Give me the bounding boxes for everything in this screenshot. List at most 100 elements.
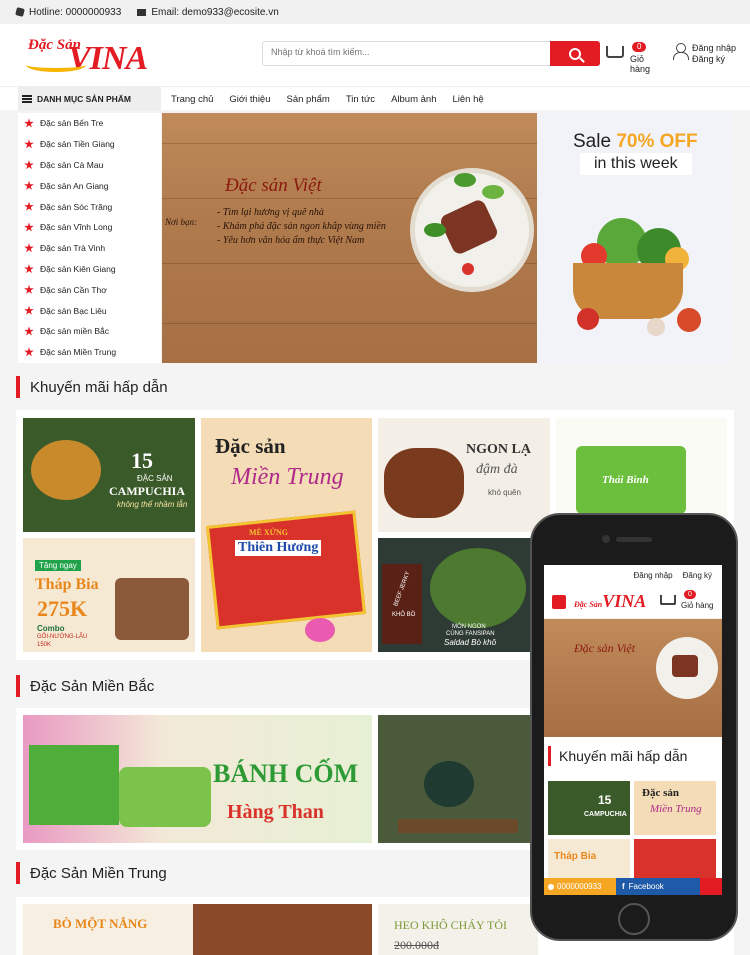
curry-bowl-image xyxy=(31,440,101,500)
tile-fansipan: CÙNG FANSIPAN xyxy=(446,631,495,637)
hero-noi-ban: Nơi bạn: xyxy=(165,217,198,227)
promo-tile-beef-jerky[interactable]: BEEF JERKY KHÔ BÒ MÓN NGON CÙNG FANSIPAN… xyxy=(378,538,538,652)
sidebar-item-label: Đặc sản Tiền Giang xyxy=(40,139,115,150)
sale-prefix: Sale xyxy=(573,131,617,152)
category-menu-toggle[interactable]: DANH MỤC SẢN PHẨM xyxy=(18,87,161,111)
mobile-hero-banner[interactable]: Đặc sản Việt xyxy=(544,619,722,737)
sale-banner[interactable]: Sale 70% OFF in this week xyxy=(537,113,733,363)
phone-speaker xyxy=(616,537,652,542)
sidebar-item-label: Đặc sản An Giang xyxy=(40,180,109,191)
mobile-cart-badge: 0 xyxy=(684,590,696,599)
register-link[interactable]: Đăng ký xyxy=(692,54,725,64)
dried-beef-image xyxy=(193,904,372,955)
mobile-phone-number: 0000000933 xyxy=(557,882,602,891)
mobile-tile-thap-bia[interactable]: Tháp Bia xyxy=(548,839,630,879)
section-title: Đặc Sản Miền Bắc xyxy=(30,677,155,695)
sidebar-item[interactable]: Đặc sản Cần Thơ xyxy=(18,279,161,300)
nav-item-contact[interactable]: Liên hệ xyxy=(452,94,483,105)
search-input[interactable] xyxy=(271,47,541,57)
sale-headline: Sale 70% OFF xyxy=(573,131,698,153)
mobile-facebook-button[interactable]: f Facebook xyxy=(616,878,700,895)
flower-image xyxy=(305,618,335,642)
messenger-icon[interactable] xyxy=(700,878,722,895)
sidebar-item-label: Đặc sản Miền Trung xyxy=(40,347,117,358)
mobile-menu-icon[interactable] xyxy=(552,595,566,609)
section-heading-north: Đặc Sản Miền Bắc xyxy=(16,675,154,697)
sidebar-item-label: Đặc sản Sóc Trăng xyxy=(40,201,113,212)
mobile-cart-icon[interactable] xyxy=(660,595,676,605)
tomato-image xyxy=(577,308,599,330)
site-logo[interactable]: Đặc Sản VINA xyxy=(26,34,154,80)
section-heading-promo: Khuyến mãi hấp dẫn xyxy=(16,376,168,398)
hero-banner[interactable]: Đặc sản Việt Nơi bạn: - Tìm lại hương vị… xyxy=(162,113,537,363)
lettuce-image xyxy=(454,173,476,187)
nav-item-album[interactable]: Album ảnh xyxy=(391,94,436,105)
mobile-tile-mien-trung[interactable]: Đặc sản Miền Trung xyxy=(634,781,716,835)
promo-tile-ngon-la[interactable]: NGON LẠ đậm đà khó quên xyxy=(378,418,550,532)
north-tile-banh-com[interactable]: BÁNH CỐM Hàng Than xyxy=(23,715,372,843)
green-rice-cake-image xyxy=(29,745,119,825)
mobile-call-button[interactable]: 0000000933 xyxy=(544,878,616,895)
sidebar-item[interactable]: Đặc sản Bến Tre xyxy=(18,113,161,134)
sidebar-item[interactable]: Đặc sản Trà Vinh xyxy=(18,238,161,259)
sidebar-item[interactable]: Đặc sản Bạc Liêu xyxy=(18,300,161,321)
star-icon xyxy=(24,305,34,315)
phone-mockup: Đăng nhập Đăng ký Đặc SảnVINA 0 Giỏ hàng… xyxy=(530,513,738,941)
mobile-bottom-bar: 0000000933 f Facebook xyxy=(544,878,722,895)
sidebar-item[interactable]: Đặc sản Cà Mau xyxy=(18,155,161,176)
main-nav: DANH MỤC SẢN PHẨM Trang chủ Giới thiệu S… xyxy=(0,86,750,111)
sidebar-item[interactable]: Đặc sản Sóc Trăng xyxy=(18,196,161,217)
login-link[interactable]: Đăng nhập xyxy=(692,43,736,53)
phone-screen: Đăng nhập Đăng ký Đặc SảnVINA 0 Giỏ hàng… xyxy=(544,565,722,895)
jerky-package-image xyxy=(382,564,422,644)
north-tile-tea[interactable] xyxy=(378,715,538,843)
onion-image xyxy=(647,318,665,336)
sidebar-item-label: Đặc sản Kiên Giang xyxy=(40,263,116,274)
phone-home-button xyxy=(618,903,650,935)
search-button[interactable] xyxy=(550,41,600,66)
apple-image xyxy=(677,308,701,332)
sidebar-item[interactable]: Đặc sản Vĩnh Long xyxy=(18,217,161,238)
hotline[interactable]: Hotline: 0000000933 xyxy=(15,7,121,18)
promo-tile-mien-trung[interactable]: Đặc sản Miền Trung MÈ XỬNG Thiên Hương xyxy=(201,418,372,652)
tile-heo-price: 200.000đ xyxy=(394,938,439,952)
mobile-tile-candy[interactable] xyxy=(634,839,716,879)
tile-combo: Combo xyxy=(37,624,65,633)
heading-accent xyxy=(16,862,20,884)
tile-name: CAMPUCHIA xyxy=(109,484,185,498)
mobile-register-link[interactable]: Đăng ký xyxy=(683,571,712,580)
central-tile-heo-kho[interactable]: HEO KHÔ CHÁY TỎI 200.000đ xyxy=(378,904,538,955)
nav-item-about[interactable]: Giới thiệu xyxy=(229,94,270,105)
cart[interactable]: 0 Giỏ hàng xyxy=(606,42,666,74)
logo-big-text: VINA xyxy=(68,40,148,77)
email[interactable]: Email: demo933@ecosite.vn xyxy=(137,7,279,18)
central-tile-bo-mot-nang[interactable]: BÒ MỘT NẮNG xyxy=(23,904,372,955)
promo-tile-thap-bia[interactable]: Tặng ngay Tháp Bia 275K Combo GỎI-NƯỚNG-… xyxy=(23,538,195,652)
nav-item-products[interactable]: Sản phẩm xyxy=(287,94,330,105)
nav-item-news[interactable]: Tin tức xyxy=(346,94,375,105)
category-sidebar: Đặc sản Bến Tre Đặc sản Tiền Giang Đặc s… xyxy=(18,113,161,363)
sidebar-item-label: Đặc sản Cà Mau xyxy=(40,159,104,170)
sidebar-item[interactable]: Đặc sản An Giang xyxy=(18,175,161,196)
mobile-login-link[interactable]: Đăng nhập xyxy=(633,571,672,580)
sidebar-item[interactable]: Đặc sản Kiên Giang xyxy=(18,259,161,280)
tile-thien-huong: Thiên Hương xyxy=(235,540,322,556)
salad-plate-image xyxy=(430,548,526,628)
nav-item-home[interactable]: Trang chủ xyxy=(171,94,213,105)
mobile-header: Đặc SảnVINA 0 Giỏ hàng xyxy=(544,585,722,619)
section-title: Đặc Sản Miền Trung xyxy=(30,864,167,882)
promo-tile-campuchia[interactable]: 15 ĐẶC SẢN CAMPUCHIA không thể nhầm lẫn xyxy=(23,418,195,532)
mobile-logo[interactable]: Đặc SảnVINA xyxy=(574,591,646,612)
mobile-top-bar: Đăng nhập Đăng ký xyxy=(544,565,722,585)
tile-banh-com: BÁNH CỐM xyxy=(213,759,359,788)
user-icon xyxy=(673,43,689,60)
sidebar-item[interactable]: Đặc sản Miền Trung xyxy=(18,342,161,363)
star-icon xyxy=(24,326,34,336)
mobile-tile-campuchia[interactable]: 15 CAMPUCHIA xyxy=(548,781,630,835)
sidebar-item[interactable]: Đặc sản miền Bắc xyxy=(18,321,161,342)
sidebar-item[interactable]: Đặc sản Tiền Giang xyxy=(18,134,161,155)
sale-subline: in this week xyxy=(580,153,692,175)
grilled-food-image xyxy=(115,578,189,640)
tile-sub: không thể nhầm lẫn xyxy=(117,500,188,509)
mobile-logo-small: Đặc Sản xyxy=(574,600,603,609)
